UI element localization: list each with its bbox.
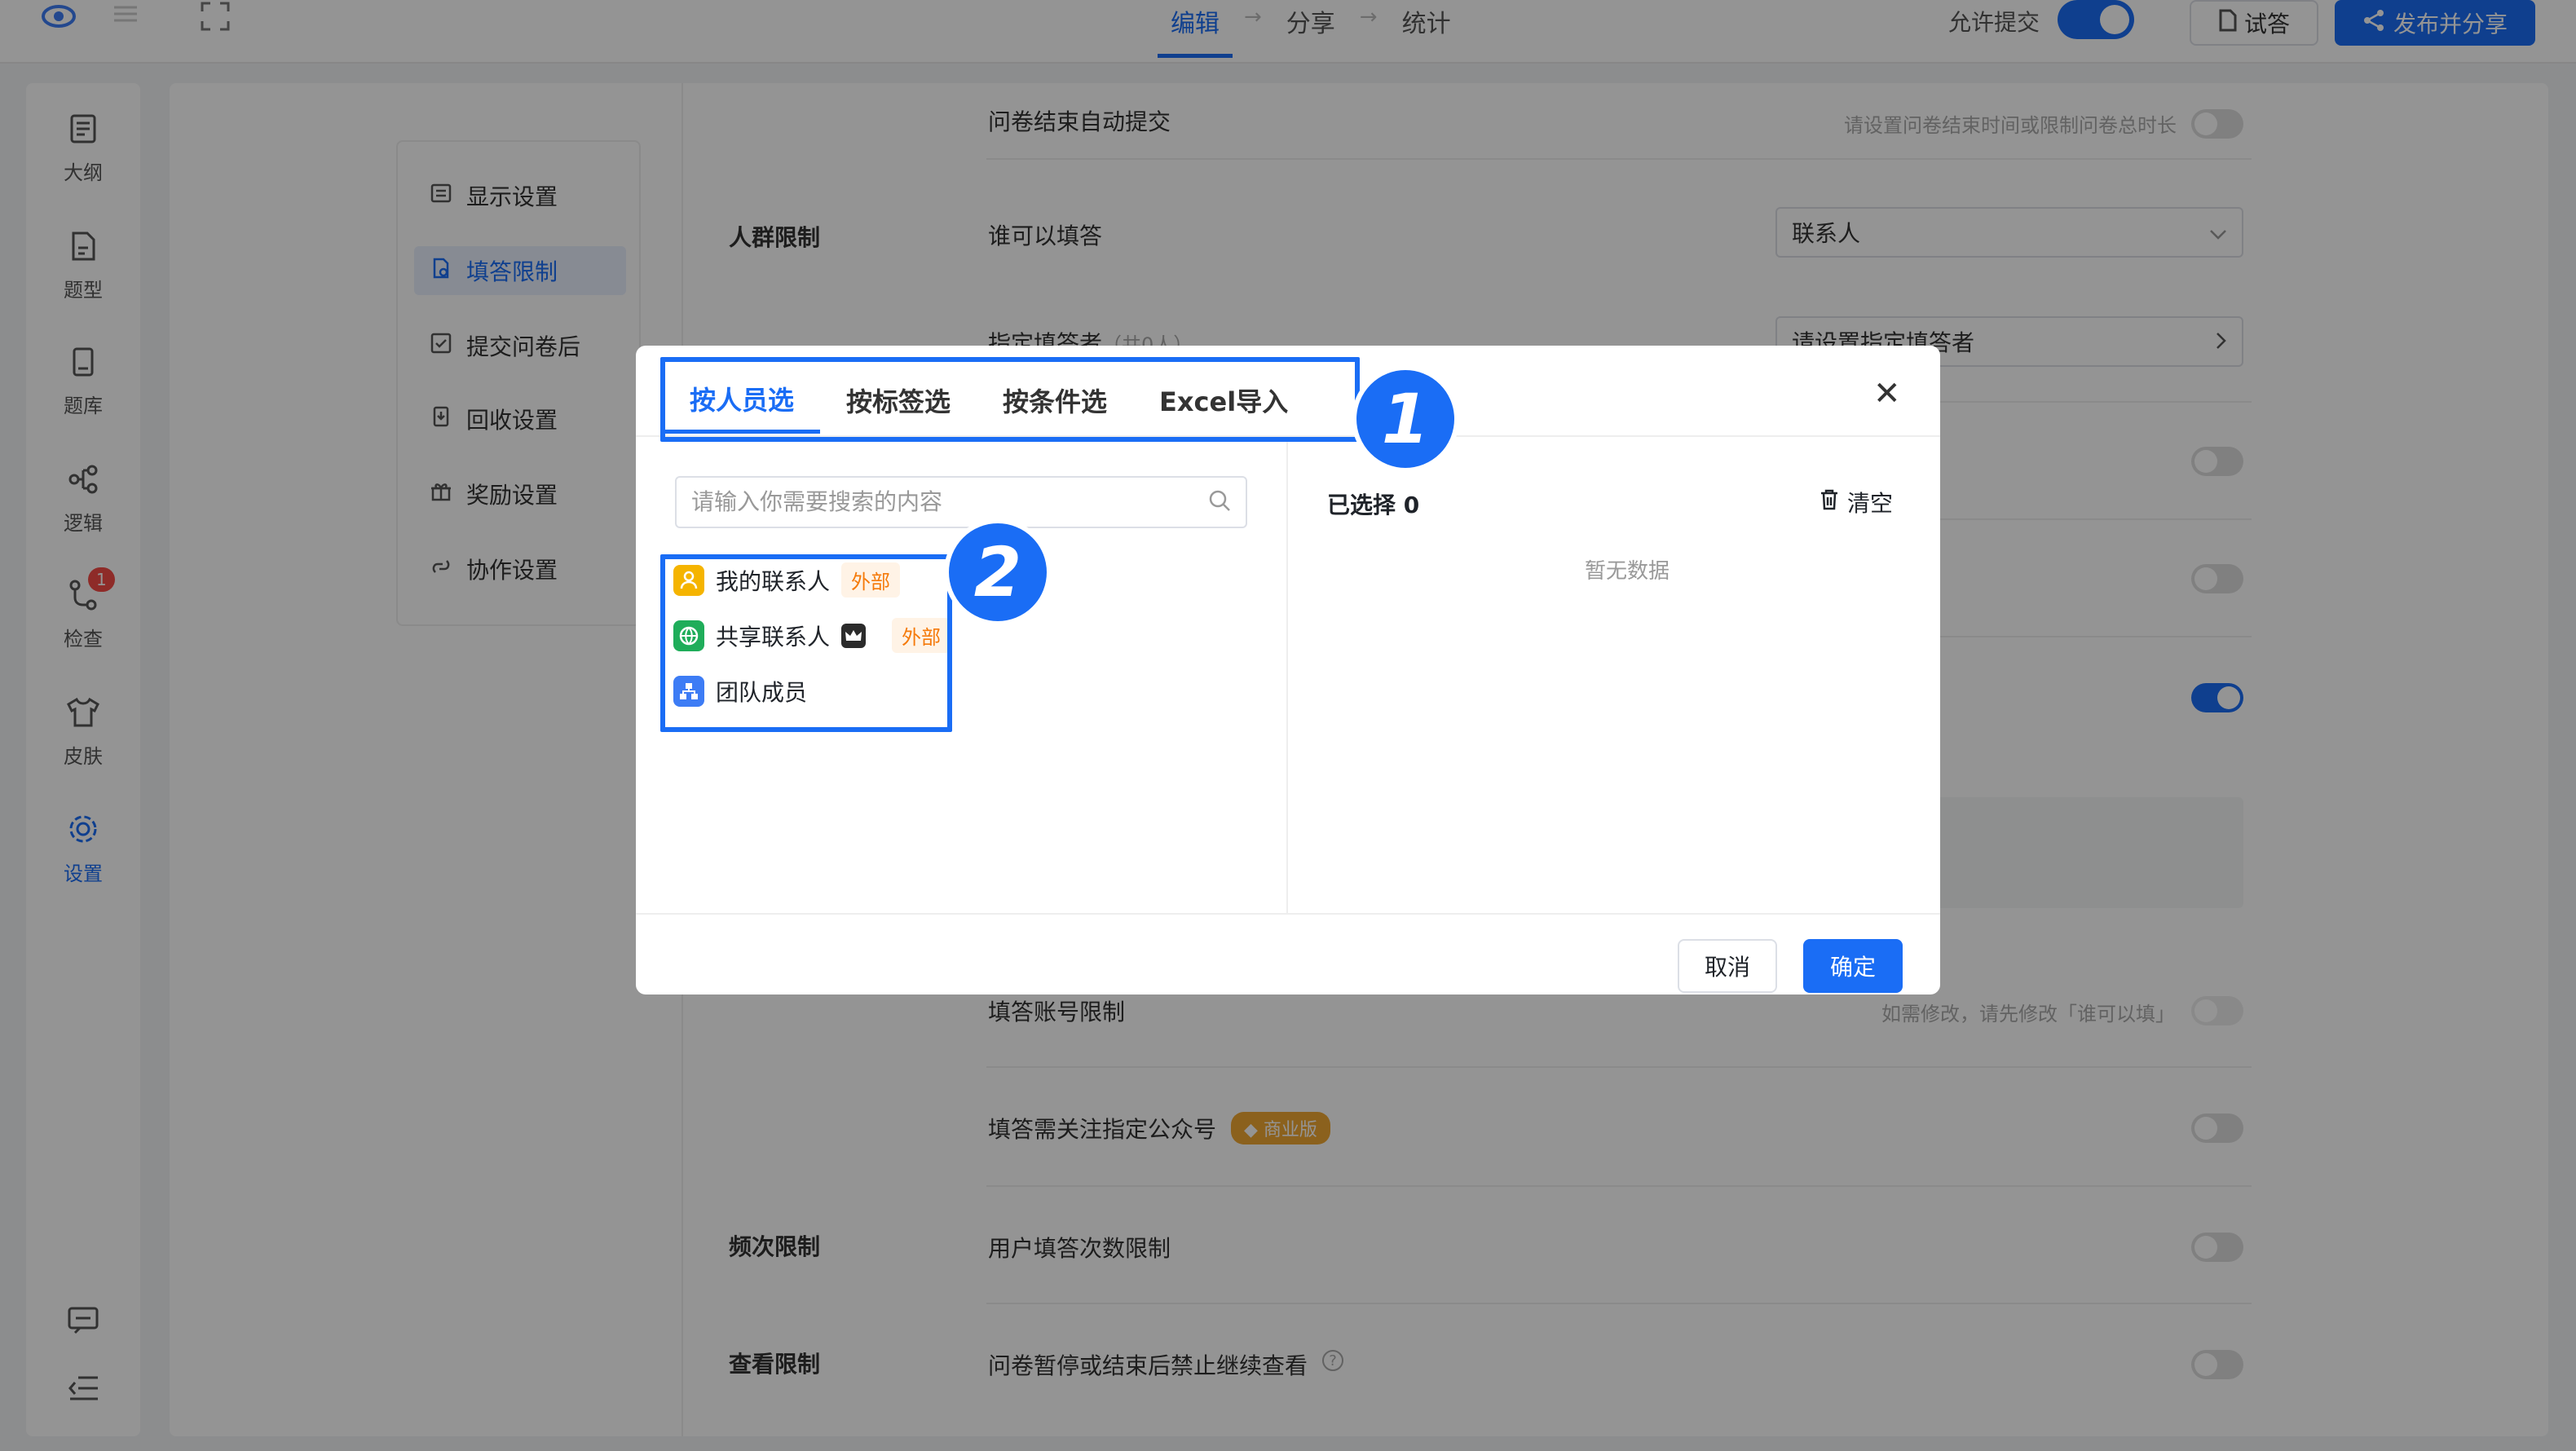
modal-footer-divider <box>636 913 1940 915</box>
step-marker-1: 1 <box>1352 365 1459 473</box>
close-icon[interactable]: ✕ <box>1873 375 1901 412</box>
empty-state-text: 暂无数据 <box>1585 559 1670 584</box>
step-marker-2: 2 <box>944 518 1052 626</box>
selected-count: 已选择 0 <box>1327 492 1420 518</box>
search-box <box>675 476 1247 528</box>
search-input[interactable] <box>691 489 1164 515</box>
trash-icon <box>1820 489 1839 516</box>
search-icon[interactable] <box>1208 489 1231 515</box>
confirm-button[interactable]: 确定 <box>1803 939 1903 993</box>
highlight-box-list <box>660 554 952 732</box>
highlight-box-tabs <box>660 357 1360 442</box>
clear-button[interactable]: 清空 <box>1820 486 1893 518</box>
clear-label: 清空 <box>1847 490 1894 517</box>
modal-column-divider <box>1286 437 1288 913</box>
cancel-button[interactable]: 取消 <box>1678 939 1777 993</box>
